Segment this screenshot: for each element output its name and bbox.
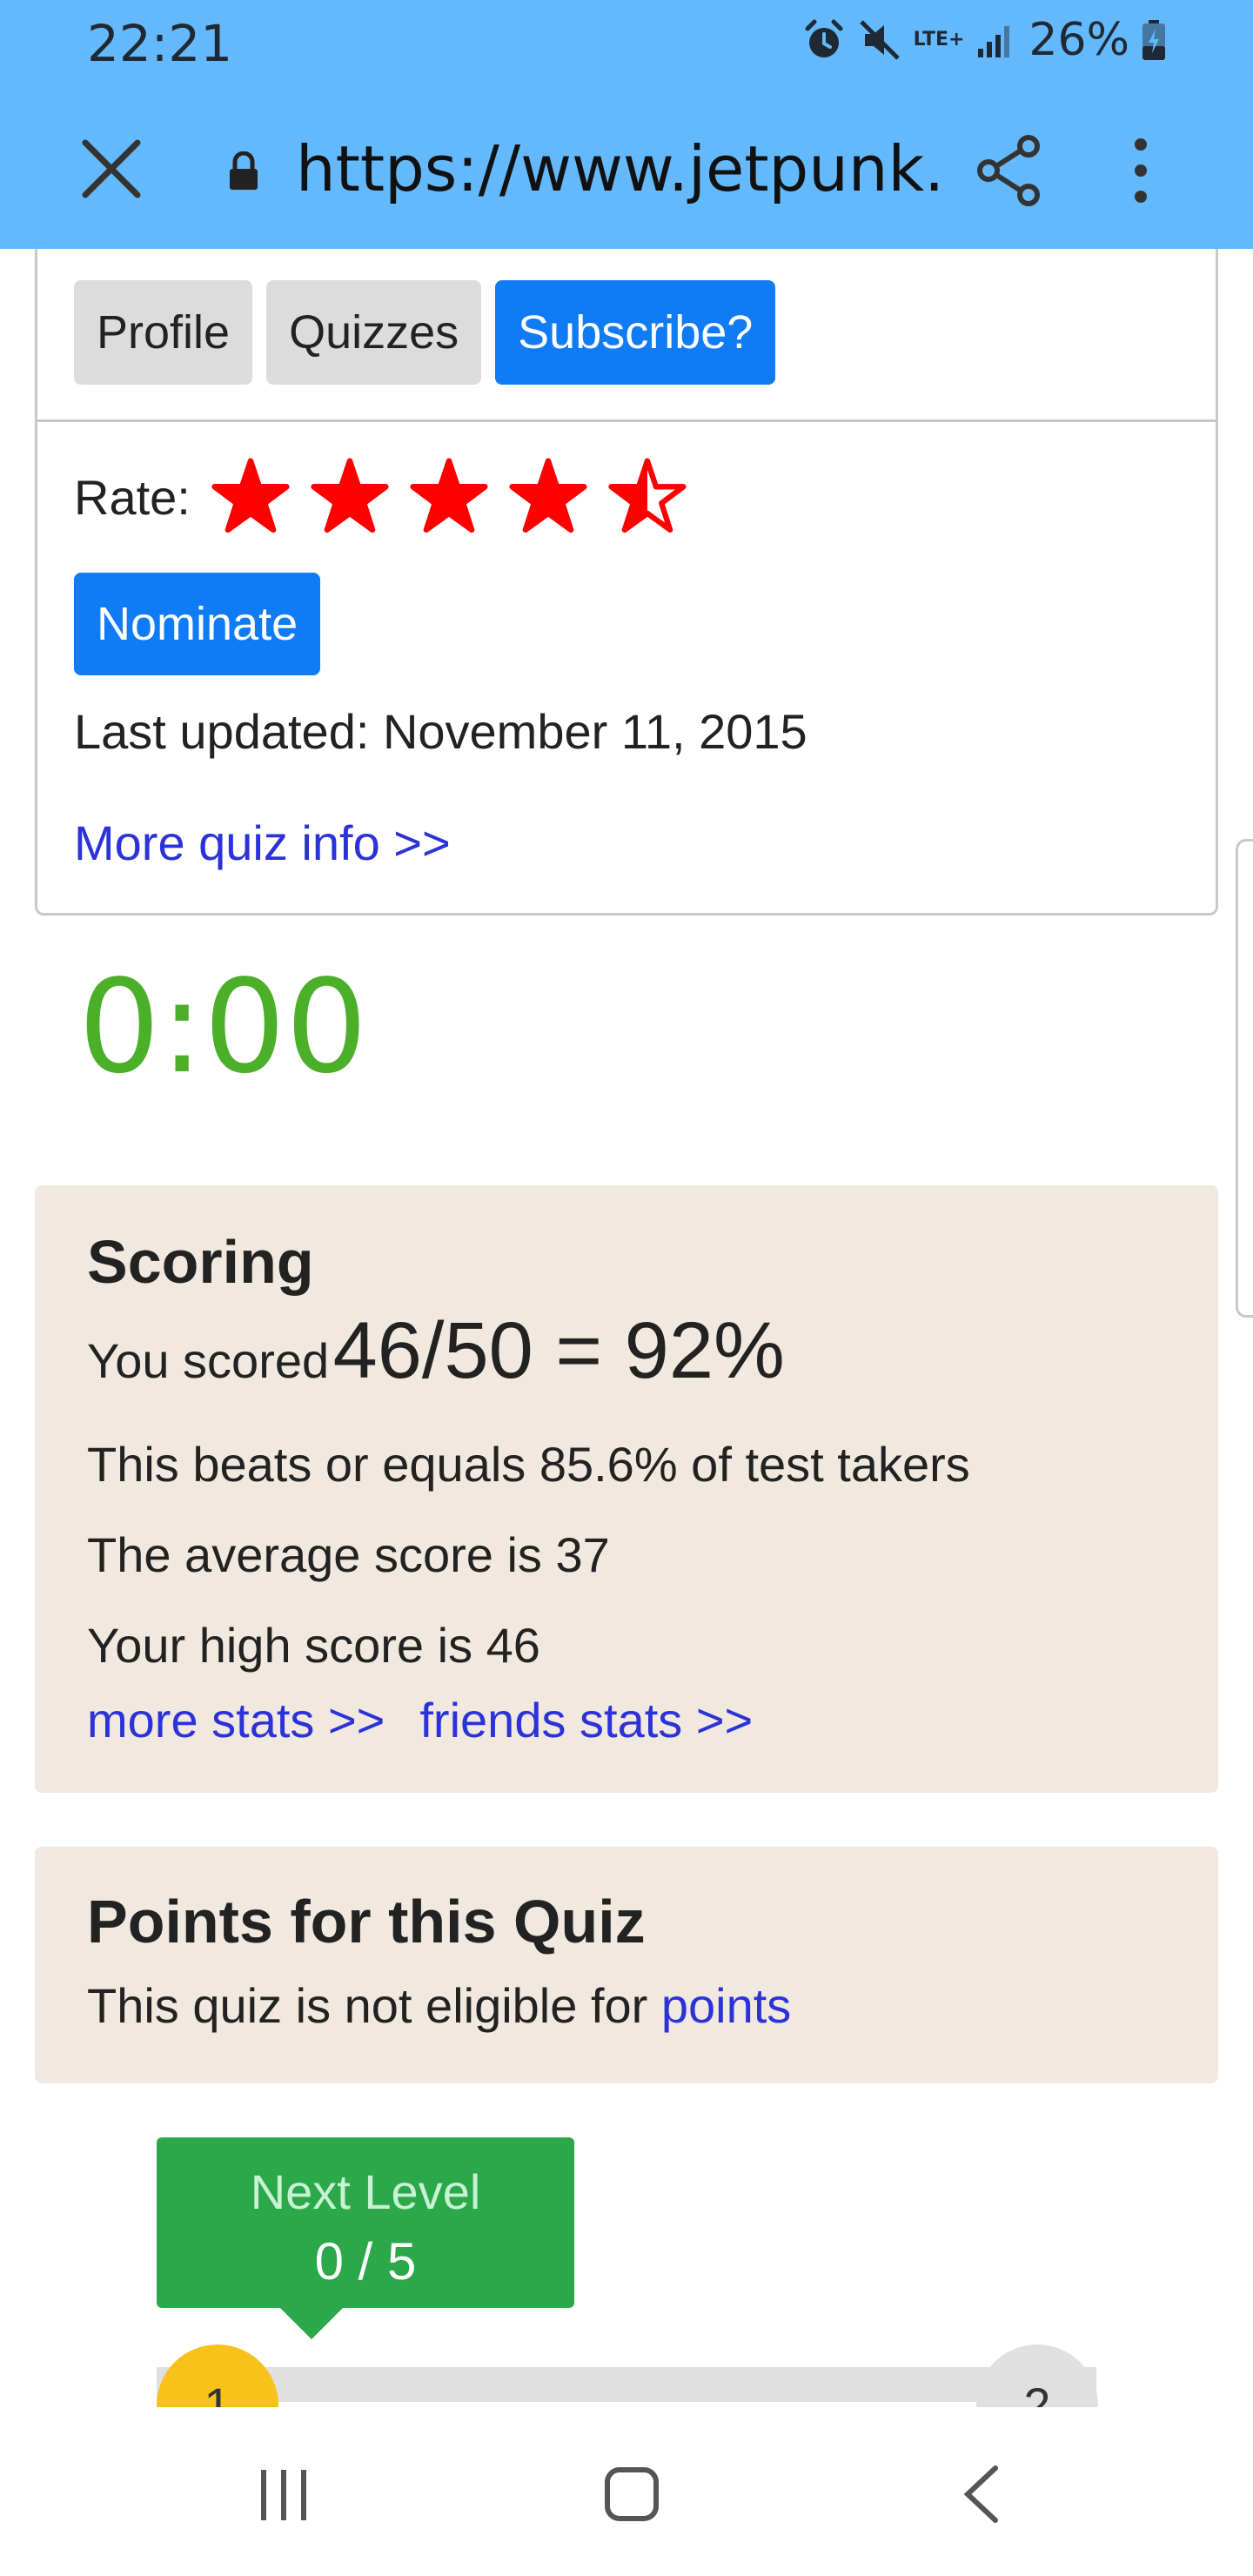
scoring-title: Scoring bbox=[87, 1228, 314, 1296]
close-icon[interactable] bbox=[78, 136, 144, 202]
side-panel-handle[interactable] bbox=[1236, 839, 1253, 1318]
more-quiz-info-link[interactable]: More quiz info >> bbox=[74, 815, 451, 871]
points-text: This quiz is not eligible for bbox=[87, 1978, 648, 2033]
level-progress-track bbox=[157, 2367, 1096, 2402]
alarm-icon bbox=[805, 19, 843, 57]
subscribe-button[interactable]: Subscribe? bbox=[495, 280, 776, 385]
rating-star-icon[interactable] bbox=[608, 458, 687, 536]
status-time: 22:21 bbox=[87, 14, 233, 73]
profile-button[interactable]: Profile bbox=[74, 280, 253, 385]
home-icon[interactable] bbox=[604, 2466, 660, 2522]
author-buttons: Profile Quizzes Subscribe? bbox=[74, 280, 776, 385]
rate-label: Rate: bbox=[74, 469, 191, 525]
friends-stats-link[interactable]: friends stats >> bbox=[419, 1692, 753, 1748]
rating-star-icon[interactable] bbox=[509, 458, 587, 536]
tooltip-pointer bbox=[278, 2306, 345, 2339]
battery-icon bbox=[1142, 20, 1165, 60]
stats-links: more stats >> friends stats >> bbox=[87, 1692, 753, 1748]
points-link[interactable]: points bbox=[661, 1978, 791, 2033]
rating-star-icon[interactable] bbox=[311, 458, 389, 536]
card-divider bbox=[37, 419, 1216, 422]
star-rating bbox=[211, 458, 687, 536]
status-icons: LTE+ 26% bbox=[802, 14, 1166, 66]
rating-star-icon[interactable] bbox=[211, 458, 290, 536]
quizzes-button[interactable]: Quizzes bbox=[266, 280, 482, 385]
rating-row: Rate: bbox=[74, 458, 687, 536]
points-panel: Points for this Quiz This quiz is not el… bbox=[35, 1847, 1218, 2083]
next-level-tooltip: Next Level 0 / 5 bbox=[157, 2137, 574, 2339]
lte-icon: LTE+ bbox=[913, 29, 965, 50]
rating-star-icon[interactable] bbox=[410, 458, 488, 536]
points-text-line: This quiz is not eligible for points bbox=[87, 1977, 791, 2034]
next-level-progress: 0 / 5 bbox=[314, 2232, 417, 2291]
browser-toolbar: https://www.jetpunk.co... bbox=[0, 84, 1253, 249]
you-scored-label: You scored bbox=[87, 1333, 330, 1388]
score-value: 46/50 = 92% bbox=[332, 1306, 785, 1395]
scoring-panel: Scoring You scored 46/50 = 92% This beat… bbox=[35, 1185, 1218, 1793]
url-bar[interactable]: https://www.jetpunk.co... bbox=[296, 132, 940, 205]
beats-stat: This beats or equals 85.6% of test taker… bbox=[87, 1437, 970, 1492]
high-score-stat: Your high score is 46 bbox=[87, 1618, 540, 1673]
nominate-button[interactable]: Nominate bbox=[74, 573, 321, 675]
score-line: You scored 46/50 = 92% bbox=[87, 1305, 785, 1397]
android-nav-bar bbox=[0, 2407, 1253, 2576]
signal-icon bbox=[978, 26, 1010, 57]
points-title: Points for this Quiz bbox=[87, 1888, 646, 1955]
back-icon[interactable] bbox=[961, 2465, 1002, 2524]
mute-icon bbox=[859, 20, 900, 60]
timer: 0:00 bbox=[78, 952, 368, 1102]
average-stat: The average score is 37 bbox=[87, 1527, 610, 1582]
quiz-info-card: Profile Quizzes Subscribe? Rate: Nominat… bbox=[35, 249, 1218, 916]
last-updated: Last updated: November 11, 2015 bbox=[74, 704, 807, 759]
more-stats-link[interactable]: more stats >> bbox=[87, 1692, 385, 1748]
share-icon[interactable] bbox=[975, 134, 1044, 207]
status-bar: 22:21 LTE+ 26% bbox=[0, 0, 1253, 84]
lock-icon bbox=[230, 151, 258, 190]
next-level-label: Next Level bbox=[250, 2164, 481, 2219]
battery-percent: 26% bbox=[1029, 14, 1129, 66]
recent-apps-icon[interactable] bbox=[258, 2468, 310, 2522]
more-vert-icon[interactable] bbox=[1128, 134, 1154, 207]
